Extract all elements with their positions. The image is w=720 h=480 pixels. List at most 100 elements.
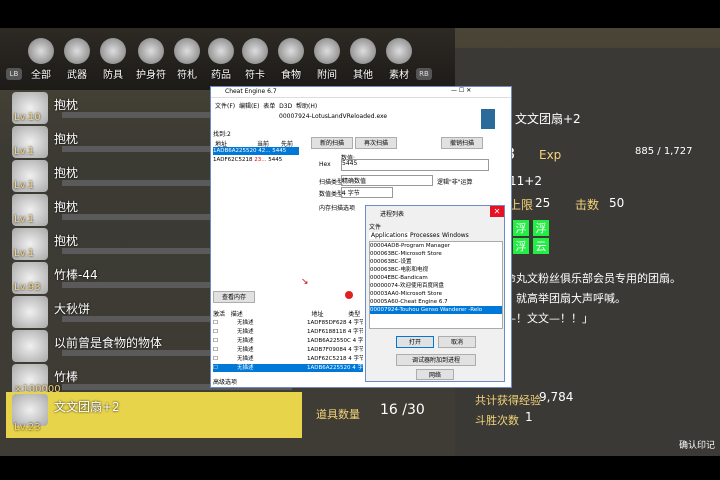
address-table-row[interactable]: ☐无描述1ADB7F09084 4 字节 8 [213, 346, 363, 354]
address-table-row[interactable]: ☐无描述1ADF62C5218 4 字节 8 [213, 355, 363, 363]
desc-line: 命丸文粉丝俱乐部会员专用的团扇。 [505, 272, 681, 285]
process-item[interactable]: 00004EBC-Bandicam [370, 274, 502, 282]
ce-titlebar: Cheat Engine 6.7 — ☐ ✕ [211, 87, 511, 98]
tab-material[interactable]: 素材 [384, 34, 414, 90]
process-item[interactable]: 000063BC-电影和电视 [370, 266, 502, 274]
exp-value: 885 / 1,727 [635, 146, 693, 157]
process-item[interactable]: 000063BC-Microsoft Store [370, 250, 502, 258]
process-item-selected[interactable]: 00007924-Touhou Genso Wanderer -Relo [370, 306, 502, 314]
rb-button[interactable]: RB [416, 68, 432, 80]
tab-applications[interactable]: Applications [369, 232, 410, 239]
tab-other[interactable]: 其他 [348, 34, 378, 90]
ce-logo-icon[interactable] [481, 109, 495, 129]
amulet-icon [138, 38, 164, 64]
attach-debugger-button[interactable]: 调试器附加到进程 [396, 354, 476, 366]
process-item[interactable]: 000063BC-设置 [370, 258, 502, 266]
process-name: 00007924-LotusLandVReloaded.exe [279, 113, 388, 120]
talisman-icon [174, 38, 200, 64]
count-value: 50 [609, 196, 625, 210]
pointer-icon[interactable]: ↘ [301, 277, 311, 287]
stop-icon[interactable] [345, 291, 353, 299]
medicine-icon [208, 38, 234, 64]
gap-icon [314, 38, 340, 64]
all-icon [28, 38, 54, 64]
advanced-options[interactable]: 高级选项 [213, 377, 237, 386]
win-count-label: 斗胜次数 [475, 414, 519, 427]
count-label: 击数 [575, 198, 600, 212]
open-button[interactable]: 打开 [396, 336, 434, 348]
process-item[interactable]: 00004AD8-Program Manager [370, 242, 502, 250]
process-list-dialog: 进程列表 ✕ 文件 Applications Processes Windows… [365, 205, 505, 382]
total-exp-label: 共计获得经验 [475, 394, 541, 407]
memory-scan-options: 内存扫描选项 [319, 205, 356, 212]
item-row-selected[interactable]: Lv.23 文文团扇+2 [6, 392, 302, 438]
category-tab-bar: LB RB 全部 武器 防具 护身符 符札 药品 符卡 食物 附间 其他 素材 [0, 28, 455, 90]
address-table-row-selected[interactable]: ☐无描述1ADB6A225520 4 字节 8 [213, 364, 363, 372]
value-input[interactable]: 5445 [341, 159, 489, 171]
found-count: 找到:2 [213, 131, 231, 138]
material-icon [386, 38, 412, 64]
value-type-label: 数值类型 [319, 191, 344, 198]
dialog-title: 进程列表 [380, 211, 405, 218]
close-icon[interactable]: ✕ [490, 206, 504, 217]
process-list: 00004AD8-Program Manager 000063BC-Micros… [369, 241, 503, 329]
ce-menubar: 文件(F) 编辑(E) 表单 D3D 帮助(H) [215, 103, 318, 110]
tab-weapon[interactable]: 武器 [62, 34, 92, 90]
win-count-value: 1 [525, 410, 533, 424]
scan-type-label: 扫描类型 [319, 179, 344, 186]
weapon-icon [64, 38, 90, 64]
dialog-file-menu[interactable]: 文件 [369, 222, 381, 231]
total-exp-value: 9,784 [539, 390, 574, 404]
confirm-mark-button[interactable]: 确认印记 [679, 438, 715, 451]
exp-label: Exp [539, 148, 562, 162]
cancel-button[interactable]: 取消 [438, 336, 476, 348]
not-checkbox[interactable]: 逻辑"非"运算 [437, 177, 473, 186]
first-scan-button[interactable]: 新的扫描 [311, 137, 353, 149]
tag: 浮 [513, 238, 529, 254]
scan-type-select[interactable]: 精确数值 [341, 175, 433, 186]
undo-scan-button[interactable]: 撤销扫描 [441, 137, 483, 149]
other-icon [350, 38, 376, 64]
tab-food[interactable]: 食物 [276, 34, 306, 90]
tag: 浮 [513, 220, 529, 236]
food-icon [278, 38, 304, 64]
lb-button[interactable]: LB [6, 68, 22, 80]
tab-processes[interactable]: Processes [410, 232, 440, 239]
tab-windows[interactable]: Windows [442, 232, 469, 239]
mochi-icon [12, 296, 48, 328]
value-type-select[interactable]: 4 字节 [341, 187, 393, 198]
address-table-row[interactable]: ☐无描述1ADF6188118 4 字节 8 [213, 328, 363, 336]
result-row[interactable]: 1ADF62C5218 23... 5445 [213, 156, 299, 164]
tag: 云 [533, 238, 549, 254]
next-scan-button[interactable]: 再次扫描 [355, 137, 397, 149]
tab-spellcard[interactable]: 符卡 [240, 34, 270, 90]
address-table-row[interactable]: ☐无描述1ADF85DF628 4 字节 8 [213, 319, 363, 327]
tab-amulet[interactable]: 护身符 [134, 34, 168, 90]
memory-view-button[interactable]: 查看内存 [213, 291, 255, 303]
spellcard-icon [242, 38, 268, 64]
hex-label: Hex [319, 161, 331, 168]
tab-medicine[interactable]: 药品 [206, 34, 236, 90]
tab-gap[interactable]: 附间 [312, 34, 342, 90]
process-item[interactable]: 00000074-欢迎使用百度网盘 [370, 282, 502, 290]
armor-icon [100, 38, 126, 64]
stat-power: 11+2 [509, 174, 542, 188]
hit-value: 25 [535, 196, 551, 210]
result-row[interactable]: 1ADB6A225520 42... 5445 [213, 147, 299, 155]
desc-line: ，就高举团扇大声呼喊。 [505, 292, 626, 305]
address-table-row[interactable]: ☐无描述1ADB6A22550C 4 字节 8 [213, 337, 363, 345]
tab-all[interactable]: 全部 [26, 34, 56, 90]
address-table-header: 激活 描述 地址 类型 数值 [213, 311, 378, 318]
item-count-label: 道具数量 [316, 408, 360, 421]
tag: 浮 [533, 220, 549, 236]
item-count-value: 16 /30 [380, 402, 425, 418]
process-item[interactable]: 00003AA0-Microsoft Store [370, 290, 502, 298]
process-item[interactable]: 00005A60-Cheat Engine 6.7 [370, 298, 502, 306]
tab-armor[interactable]: 防具 [98, 34, 128, 90]
tab-talisman[interactable]: 符札 [172, 34, 202, 90]
detail-title: 文文团扇+2 [515, 112, 581, 126]
window-controls[interactable]: — ☐ ✕ [451, 87, 471, 94]
food-object-icon [12, 330, 48, 362]
hit-label: 上限 [509, 198, 534, 212]
network-button[interactable]: 网络 [416, 369, 454, 380]
